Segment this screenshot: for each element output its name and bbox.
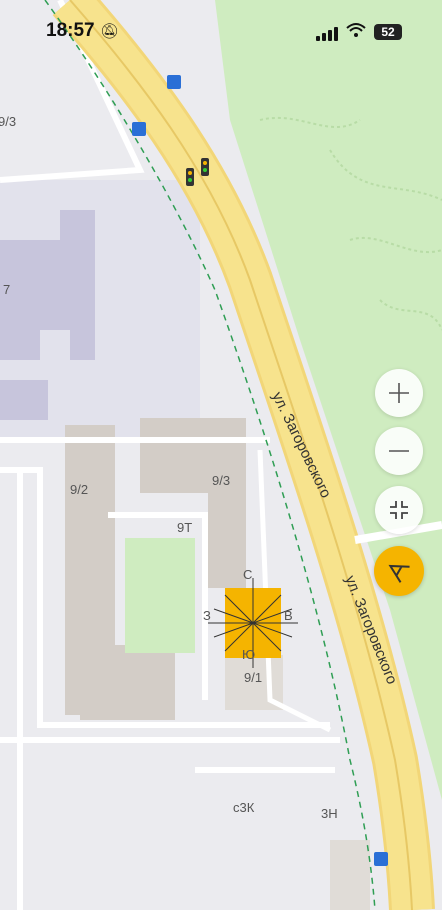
building-label: 7: [3, 282, 10, 297]
building-label: 9/2: [70, 482, 88, 497]
cellular-signal-icon: [316, 27, 338, 41]
navigator-icon: [388, 564, 410, 583]
building-label: 9/1: [244, 670, 262, 685]
compass-north: С: [243, 567, 252, 582]
compass-east: В: [284, 608, 293, 623]
building-label: с3К: [233, 800, 255, 815]
wifi-icon: [346, 22, 366, 43]
battery-indicator: 52: [374, 24, 402, 40]
building-label: 9/3: [212, 473, 230, 488]
collapse-icon: [390, 501, 408, 519]
bell-muted-icon: 🔕︎: [100, 23, 120, 40]
fit-view-button[interactable]: [375, 486, 423, 534]
compass-west: З: [203, 608, 211, 623]
building-label: 9Т: [177, 520, 192, 535]
minus-icon: [389, 450, 409, 452]
building-label: 3Н: [321, 806, 338, 821]
navigator-button[interactable]: [374, 546, 424, 596]
zoom-in-button[interactable]: [375, 369, 423, 417]
status-bar: 18:57 🔕︎ 52: [0, 0, 442, 60]
compass-south: Ю: [242, 647, 255, 662]
building-label: 9/3: [0, 114, 16, 129]
courtyard-green: [125, 538, 195, 653]
plus-icon: [389, 383, 409, 403]
status-time: 18:57: [46, 20, 95, 41]
zoom-out-button[interactable]: [375, 427, 423, 475]
